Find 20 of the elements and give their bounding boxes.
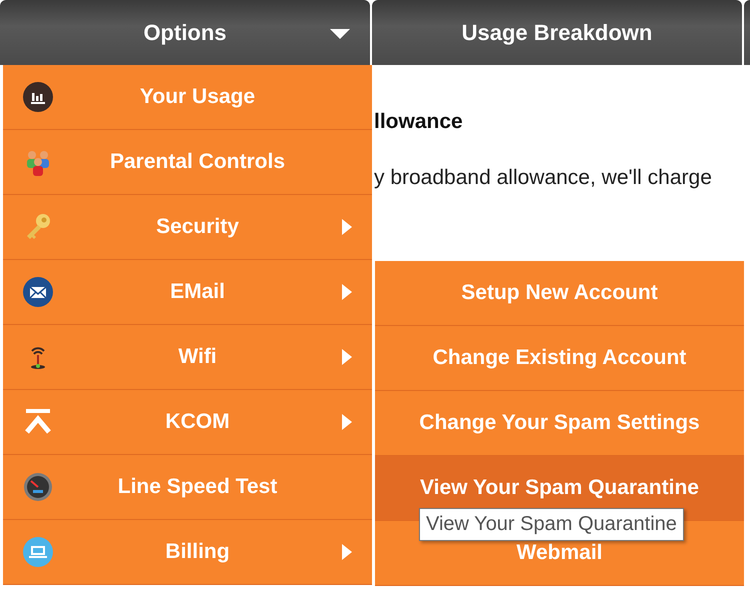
menu-item[interactable]: KCOM: [3, 390, 372, 455]
menu-item[interactable]: Your Usage: [3, 65, 372, 130]
menu-item[interactable]: EMail: [3, 260, 372, 325]
laptop-icon: [23, 537, 53, 567]
submenu-item[interactable]: Setup New Account: [375, 261, 744, 326]
bar-chart-icon: [23, 82, 53, 112]
section-heading: llowance: [374, 110, 464, 134]
menu-item[interactable]: Billing: [3, 520, 372, 585]
gauge-icon: [23, 472, 53, 502]
menu-item[interactable]: Line Speed Test: [3, 455, 372, 520]
tooltip: View Your Spam Quarantine: [419, 508, 684, 541]
menu-item[interactable]: Parental Controls: [3, 130, 372, 195]
submenu-item[interactable]: Change Your Spam Settings: [375, 391, 744, 456]
envelope-icon: [23, 277, 53, 307]
submenu-item[interactable]: Change Existing Account: [375, 326, 744, 391]
menu-item[interactable]: Wifi: [3, 325, 372, 390]
menu-item[interactable]: Security: [3, 195, 372, 260]
tab[interactable]: Options: [0, 0, 370, 65]
paragraph: y broadband allowance, we'll charge: [374, 166, 713, 190]
tab[interactable]: Usage Breakdown: [372, 0, 742, 65]
